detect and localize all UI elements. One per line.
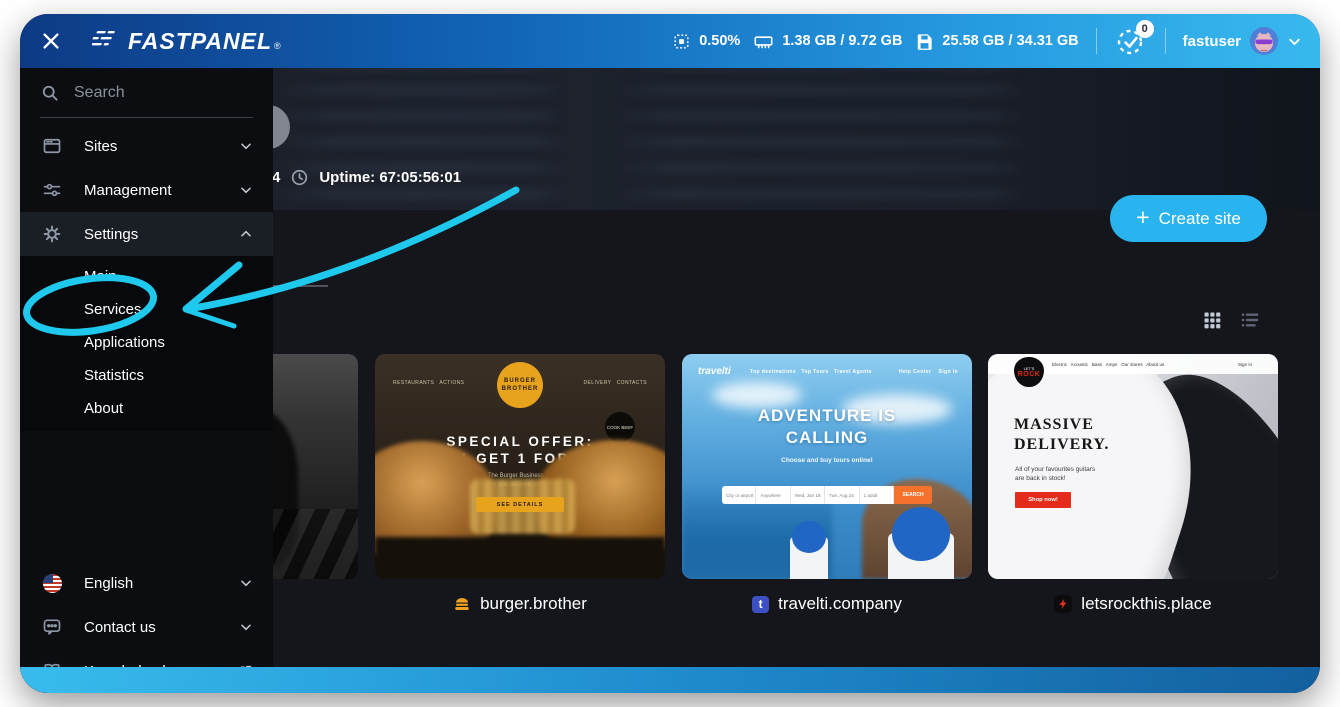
burger-brother-logo: BURGER BROTHER bbox=[497, 362, 543, 408]
grid-view-icon[interactable] bbox=[1202, 310, 1222, 330]
sidebar-item-settings[interactable]: Settings bbox=[20, 212, 273, 256]
user-avatar bbox=[1250, 27, 1278, 55]
sites-icon bbox=[40, 136, 64, 156]
site-nav-left: Top destinations Top Tours Travel Agents bbox=[750, 369, 872, 375]
bottom-gradient-strip bbox=[20, 667, 1320, 693]
app-window: 4 Uptime: 67:05:56:01 + Create site REST… bbox=[20, 14, 1320, 693]
active-tab-underline bbox=[273, 285, 328, 287]
site-nav-right: DELIVERY CONTACTS bbox=[583, 380, 647, 386]
create-site-label: Create site bbox=[1158, 208, 1241, 228]
site-link-travelti[interactable]: t travelti.company bbox=[682, 594, 972, 614]
disk-usage-stat: 25.58 GB / 34.31 GB bbox=[915, 32, 1079, 51]
santorini-dome bbox=[790, 521, 828, 579]
site-nav-left: RESTAURANTS ACTIONS bbox=[393, 380, 465, 386]
burger-favicon bbox=[453, 595, 471, 613]
travelti-logo: travelti bbox=[698, 366, 731, 377]
site-name: letsrockthis.place bbox=[1081, 594, 1212, 613]
site-headline: MASSIVE bbox=[1014, 416, 1094, 433]
site-card-burger-brother[interactable]: RESTAURANTS ACTIONS DELIVERY CONTACTS BU… bbox=[375, 354, 665, 579]
site-card-letsrock[interactable]: Electric Acoustic Bass Amps Our stores A… bbox=[988, 354, 1278, 579]
sidebar-search[interactable] bbox=[40, 68, 253, 118]
tasks-notification-button[interactable]: 0 bbox=[1114, 20, 1154, 58]
sidebar-item-label: Contact us bbox=[84, 618, 156, 636]
sidebar-item-label: English bbox=[84, 574, 134, 592]
cpu-icon bbox=[672, 32, 691, 51]
chevron-down-icon bbox=[239, 576, 253, 590]
plus-icon: + bbox=[1136, 204, 1150, 230]
santorini-dome bbox=[888, 507, 954, 579]
uptime-value: Uptime: 67:05:56:01 bbox=[319, 169, 462, 186]
site-card-travelti[interactable]: travelti Top destinations Top Tours Trav… bbox=[682, 354, 972, 579]
notification-count-badge: 0 bbox=[1135, 20, 1154, 38]
submenu-item-applications[interactable]: Applications bbox=[20, 326, 273, 359]
submenu-item-about[interactable]: About bbox=[20, 392, 273, 425]
site-headline: ADVENTURE IS bbox=[757, 406, 897, 425]
close-menu-button[interactable] bbox=[36, 26, 66, 56]
submenu-item-statistics[interactable]: Statistics bbox=[20, 359, 273, 392]
list-view-icon[interactable] bbox=[1240, 311, 1260, 329]
registered-mark: ® bbox=[274, 40, 281, 51]
sidebar-item-sites[interactable]: Sites bbox=[20, 124, 273, 168]
site-subtext: All of your favourites guitars bbox=[1015, 466, 1096, 473]
sidebar-item-contact-us[interactable]: Contact us bbox=[20, 605, 273, 649]
cpu-usage-value: 0.50% bbox=[699, 33, 741, 49]
sidebar-menu: Sites Management Settings Main bbox=[20, 68, 273, 693]
sidebar-item-management[interactable]: Management bbox=[20, 168, 273, 212]
us-flag-icon bbox=[40, 573, 64, 593]
shop-now-button: Shop now! bbox=[1015, 492, 1071, 508]
see-details-button: SEE DETAILS bbox=[476, 497, 564, 512]
user-menu[interactable]: fastuser bbox=[1183, 27, 1302, 55]
disk-usage-value: 25.58 GB / 34.31 GB bbox=[942, 33, 1079, 49]
search-input[interactable] bbox=[74, 83, 224, 102]
chat-bubble-icon bbox=[40, 617, 64, 637]
ram-icon bbox=[753, 32, 774, 51]
chevron-down-icon bbox=[239, 183, 253, 197]
site-name: travelti.company bbox=[778, 594, 902, 613]
sidebar-item-language[interactable]: English bbox=[20, 561, 273, 605]
disk-icon bbox=[915, 32, 934, 51]
fastpanel-logo-icon bbox=[91, 28, 120, 55]
cpu-usage-stat: 0.50% bbox=[672, 32, 740, 51]
site-nav: Electric Acoustic Bass Amps Our stores A… bbox=[1052, 361, 1165, 367]
site-subtext: Choose and buy tours online! bbox=[781, 457, 873, 464]
gear-icon bbox=[40, 224, 64, 244]
username: fastuser bbox=[1182, 32, 1241, 50]
travelti-favicon: t bbox=[752, 595, 770, 613]
sidebar-item-label: Management bbox=[84, 181, 172, 199]
letsrock-favicon bbox=[1054, 595, 1073, 613]
search-icon bbox=[40, 83, 60, 103]
server-ip-fragment: 4 bbox=[272, 169, 281, 186]
settings-submenu: Main Services Applications Statistics Ab… bbox=[20, 256, 273, 431]
sidebar-item-label: Settings bbox=[84, 225, 139, 243]
chevron-up-icon bbox=[239, 227, 253, 241]
site-name: burger.brother bbox=[480, 594, 587, 613]
site-link-burger-brother[interactable]: burger.brother bbox=[375, 594, 665, 614]
tour-search-bar: City or airport Anywhere Wed, Jan 18 Tue… bbox=[722, 486, 932, 504]
ram-usage-stat: 1.38 GB / 9.72 GB bbox=[753, 32, 902, 51]
submenu-item-services[interactable]: Services bbox=[20, 293, 273, 326]
fastpanel-logo-text: FASTPANEL bbox=[128, 27, 273, 54]
ram-usage-value: 1.38 GB / 9.72 GB bbox=[782, 33, 903, 49]
top-bar: FASTPANEL ® 0.50% 1.38 GB / 9.72 GB 25.5… bbox=[20, 14, 1320, 68]
chevron-down-icon bbox=[239, 139, 253, 153]
search-button: SEARCH bbox=[894, 486, 932, 504]
clock-icon bbox=[290, 168, 309, 187]
chevron-down-icon bbox=[1287, 34, 1302, 49]
create-site-button[interactable]: + Create site bbox=[1110, 195, 1267, 242]
site-nav-signin: Sign in bbox=[1237, 361, 1252, 367]
sliders-icon bbox=[40, 180, 64, 200]
chevron-down-icon bbox=[239, 620, 253, 634]
submenu-item-main[interactable]: Main bbox=[20, 260, 273, 293]
fastpanel-logo[interactable]: FASTPANEL ® bbox=[91, 27, 281, 55]
site-link-letsrock[interactable]: letsrockthis.place bbox=[988, 594, 1278, 614]
sidebar-item-label: Sites bbox=[84, 137, 118, 155]
server-uptime-row: 4 Uptime: 67:05:56:01 bbox=[272, 168, 461, 187]
site-nav-right: Help Center Sign In bbox=[898, 369, 958, 375]
